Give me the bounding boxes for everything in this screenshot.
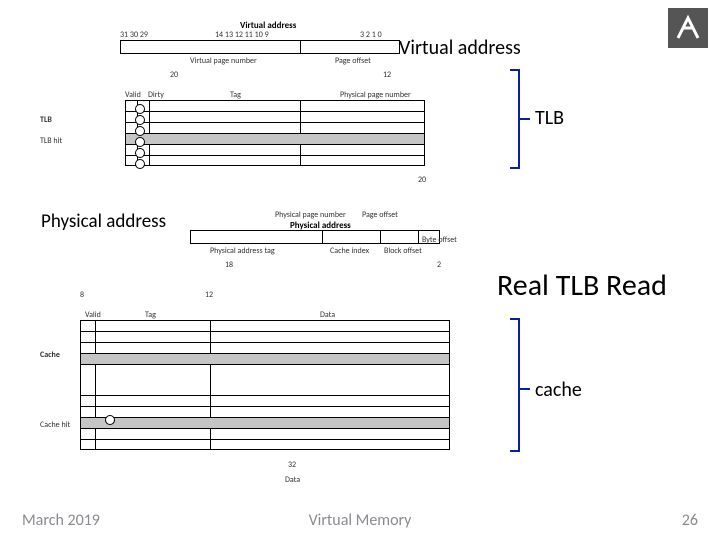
- cache-callout: cache: [535, 378, 582, 402]
- page-offset-label: Page offset: [335, 56, 371, 66]
- w20-label-2: 20: [418, 175, 426, 185]
- w12-label: 12: [383, 70, 391, 80]
- valid-label: Valid: [125, 90, 141, 100]
- university-logo: [668, 8, 708, 48]
- tlb-bracket-tick: [520, 118, 530, 120]
- w32-label: 32: [288, 460, 296, 470]
- vpn-label: Virtual page number: [190, 56, 257, 66]
- cache-bracket-tick: [520, 388, 530, 390]
- w12-label-2: 12: [205, 290, 213, 300]
- physical-address-callout: Physical address: [41, 210, 166, 233]
- footer-date: March 2019: [22, 511, 100, 530]
- tlb-label: TLB: [40, 115, 52, 125]
- pat-label: Physical address tag: [210, 246, 275, 256]
- valid-label-2: Valid: [85, 310, 101, 320]
- footer-title: Virtual Memory: [309, 511, 412, 530]
- byte-offset-label: Byte offset: [422, 235, 457, 245]
- page-offset-label-2: Page offset: [362, 210, 398, 220]
- virtual-address-callout: Virtual address: [399, 36, 521, 60]
- tlb-bracket: [510, 69, 520, 169]
- ppn-label: Physical page number: [340, 90, 411, 100]
- data-label-2: Data: [285, 475, 300, 485]
- data-label: Data: [320, 310, 335, 320]
- cache-hit-label: Cache hit: [40, 420, 70, 430]
- dirty-label: Dirty: [148, 90, 164, 100]
- cache-index-label: Cache index: [330, 246, 369, 256]
- footer-page-number: 26: [682, 511, 698, 530]
- slide-footer: March 2019 Virtual Memory 26: [0, 511, 720, 530]
- bits-mid: 14 13 12 11 10 9: [215, 30, 269, 40]
- real-tlb-read-callout: Real TLB Read: [497, 267, 667, 304]
- bits-lo: 3 2 1 0: [360, 30, 382, 40]
- cache-bracket: [510, 318, 520, 452]
- w20-label: 20: [170, 70, 178, 80]
- bits-hi: 31 30 29: [120, 30, 148, 40]
- w18-label: 18: [225, 260, 233, 270]
- ppn-label-2: Physical page number: [275, 210, 346, 220]
- cache-label: Cache: [40, 350, 60, 360]
- w8-label: 8: [80, 290, 84, 300]
- tlb-callout: TLB: [535, 106, 564, 130]
- tlb-hit-label: TLB hit: [40, 136, 62, 146]
- block-offset-label: Block offset: [384, 246, 422, 256]
- tlb-cache-diagram: Virtual address 31 30 29 14 13 12 11 10 …: [40, 20, 480, 500]
- tag-label-2: Tag: [145, 310, 156, 320]
- w2-label: 2: [437, 260, 441, 270]
- tag-label: Tag: [230, 90, 241, 100]
